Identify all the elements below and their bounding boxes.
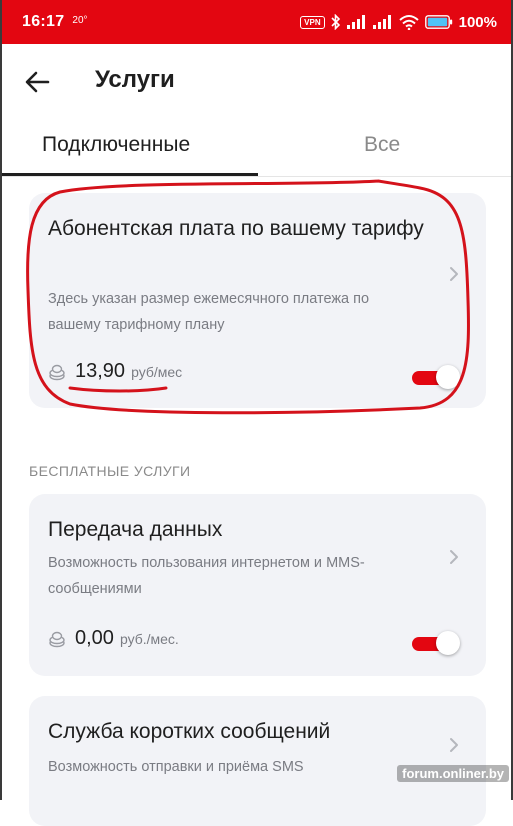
arrow-left-icon — [25, 71, 50, 93]
status-time: 16:17 — [22, 13, 65, 30]
service-card-subscription-fee[interactable]: Абонентская плата по вашему тарифу Здесь… — [29, 193, 486, 408]
service-card-sms[interactable]: Служба коротких сообщений Возможность от… — [29, 696, 486, 826]
price-unit: руб./мес. — [119, 631, 179, 647]
back-button[interactable] — [24, 68, 54, 96]
section-header-free-services: БЕСПЛАТНЫЕ УСЛУГИ — [29, 463, 191, 479]
chevron-right-icon — [450, 738, 458, 752]
page-title: Услуги — [95, 66, 175, 93]
coins-icon — [49, 631, 65, 647]
price-row: 0,00 руб./мес. — [48, 627, 179, 650]
chevron-right-icon — [450, 550, 458, 564]
app-header: Услуги — [2, 44, 511, 120]
service-toggle[interactable] — [412, 630, 460, 656]
service-toggle[interactable] — [412, 364, 460, 390]
coins-icon — [49, 364, 65, 380]
status-icons: VPN 100% — [300, 14, 497, 31]
price-unit: руб/мес — [131, 364, 183, 380]
battery-icon — [424, 15, 453, 29]
bluetooth-icon — [331, 14, 341, 30]
price-row: 13,90 руб/мес — [48, 360, 182, 383]
service-description: Возможность отправки и приёма SMS — [48, 759, 304, 775]
tab-connected[interactable]: Подключенные — [42, 133, 190, 157]
toggle-thumb — [436, 631, 460, 655]
service-title: Абонентская плата по вашему тарифу — [48, 217, 424, 240]
active-tab-indicator — [2, 173, 258, 176]
service-title: Передача данных — [48, 518, 223, 541]
wifi-icon — [398, 14, 419, 30]
signal-icon — [372, 15, 393, 29]
tab-all[interactable]: Все — [364, 133, 400, 157]
status-bar: 16:17 20° VPN 100% — [2, 0, 511, 44]
vpn-badge: VPN — [300, 15, 325, 29]
battery-percent: 100% — [458, 13, 497, 31]
service-description: Здесь указан размер ежемесячного платежа… — [48, 291, 370, 333]
service-title: Служба коротких сообщений — [48, 720, 331, 743]
tab-bar: Подключенные Все — [2, 120, 511, 177]
watermark: forum.onliner.by — [397, 765, 509, 782]
status-temperature: 20° — [72, 14, 88, 26]
service-description: Возможность пользования интернетом и MMS… — [48, 555, 365, 597]
price-value: 0,00 — [75, 627, 114, 649]
toggle-thumb — [436, 365, 460, 389]
chevron-right-icon — [450, 267, 458, 281]
service-card-data-transfer[interactable]: Передача данных Возможность пользования … — [29, 494, 486, 676]
signal-icon — [346, 15, 367, 29]
price-value: 13,90 — [75, 360, 126, 382]
